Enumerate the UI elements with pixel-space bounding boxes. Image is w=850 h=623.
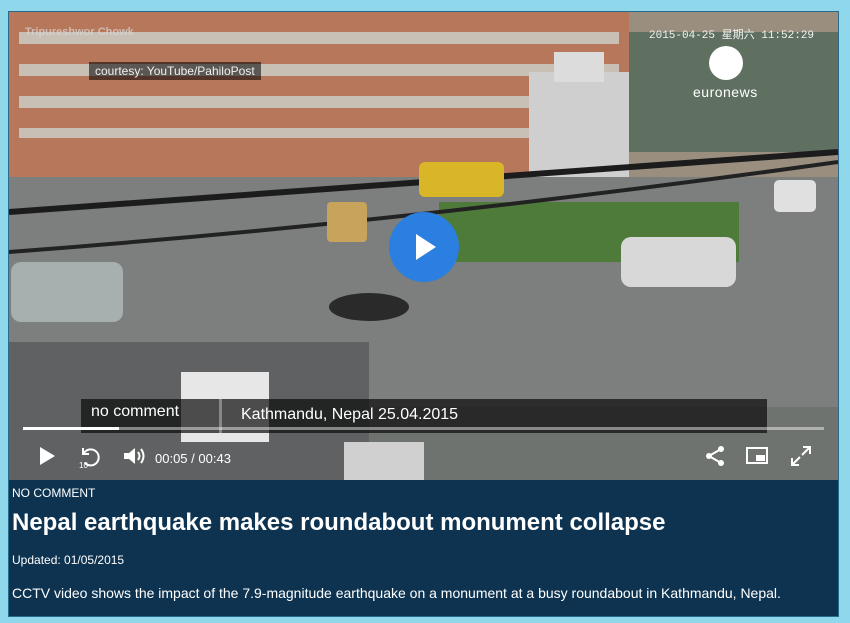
play-icon[interactable] [35,444,59,468]
play-icon [416,234,436,260]
volume-icon[interactable] [121,444,147,468]
picture-in-picture-icon[interactable] [745,444,771,468]
progress-bar[interactable] [23,427,824,430]
current-time: 00:05 [155,451,188,466]
video-card: Tripureshwor Chowk courtesy: YouTube/Pah… [8,11,839,617]
rewind-10-icon[interactable]: 10 [77,444,103,470]
courtesy-caption: courtesy: YouTube/PahiloPost [89,62,261,80]
rewind-seconds-label: 10 [79,461,88,470]
article-category[interactable]: NO COMMENT [12,486,95,500]
euronews-logo-icon [709,46,743,80]
brand-logo-text: euronews [693,84,758,100]
fullscreen-icon[interactable] [789,444,813,468]
article-title[interactable]: Nepal earthquake makes roundabout monume… [12,509,665,537]
duration: 00:43 [198,451,231,466]
article-updated-date: Updated: 01/05/2015 [12,553,125,567]
play-overlay-button[interactable] [389,212,459,282]
camera-location-watermark: Tripureshwor Chowk [25,26,134,38]
cctv-timestamp: 2015-04-25 星期六 11:52:29 [649,30,815,42]
time-separator: / [191,451,195,466]
location-date-label: Kathmandu, Nepal 25.04.2015 [241,406,459,423]
share-icon[interactable] [703,444,727,468]
progress-fill [23,427,120,430]
article-description: CCTV video shows the impact of the 7.9-m… [12,585,781,601]
program-label: no comment [91,403,180,420]
video-player[interactable]: Tripureshwor Chowk courtesy: YouTube/Pah… [9,12,838,480]
time-display: 00:05 / 00:43 [155,451,231,466]
